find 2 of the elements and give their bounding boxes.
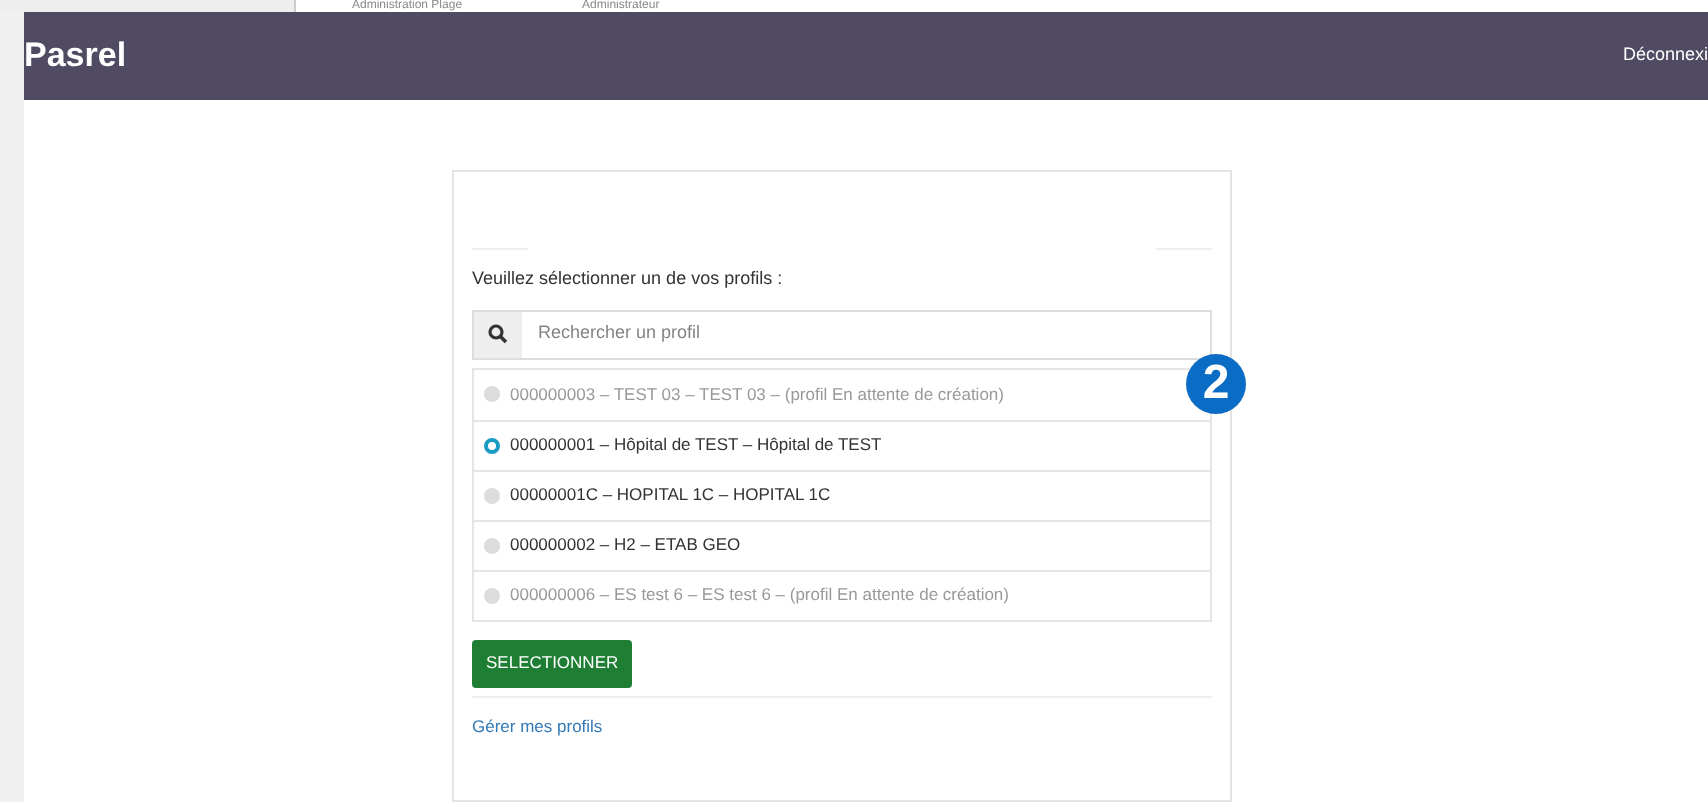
step-number-tooltip: 2 bbox=[1186, 354, 1246, 414]
prompt-text: Veuillez sélectionner un de vos profils : bbox=[472, 266, 785, 292]
